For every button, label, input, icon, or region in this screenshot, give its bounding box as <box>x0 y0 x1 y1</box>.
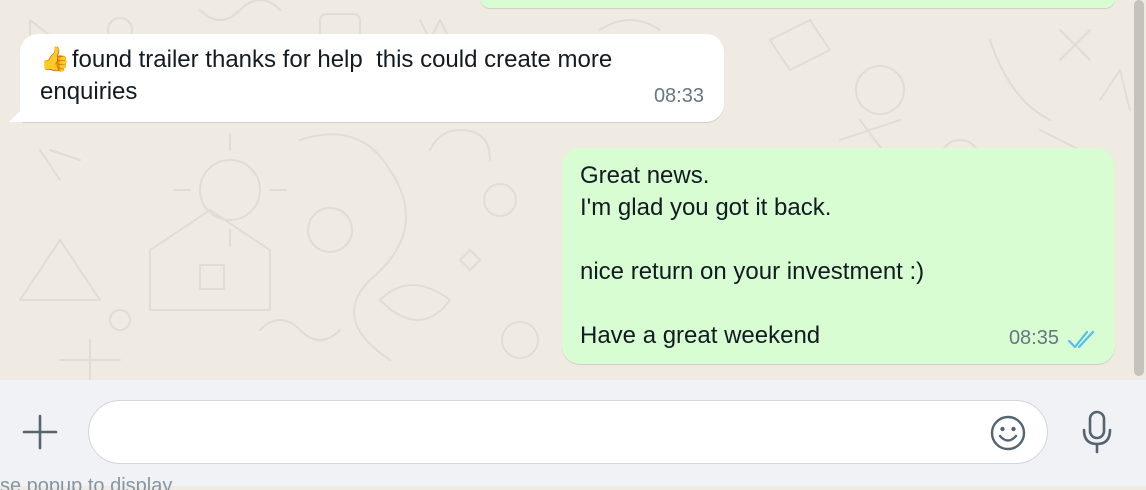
incoming-message-bubble[interactable]: 👍found trailer thanks for help this coul… <box>9 34 724 122</box>
message-text: 👍found trailer thanks for help this coul… <box>40 44 704 108</box>
chat-scrollbar[interactable] <box>1132 0 1144 378</box>
previous-message-bubble-edge <box>480 0 1115 8</box>
chat-area: 👍found trailer thanks for help this coul… <box>0 0 1146 380</box>
message-timestamp: 08:33 <box>653 85 704 107</box>
bubble-tail <box>9 108 23 122</box>
message-input-box[interactable] <box>88 400 1048 464</box>
underlay-text: se popup to display <box>0 476 173 490</box>
outgoing-message-bubble[interactable]: Great news. I'm glad you got it back. ni… <box>562 148 1115 364</box>
message-composer <box>0 380 1146 486</box>
plus-icon[interactable] <box>18 410 62 454</box>
message-timestamp: 08:35 <box>1008 327 1059 349</box>
scrollbar-thumb[interactable] <box>1134 0 1144 376</box>
microphone-icon[interactable] <box>1078 408 1116 456</box>
incoming-message-text: found trailer thanks for help this could… <box>40 46 613 105</box>
thumbs-up-emoji: 👍 <box>40 46 70 73</box>
double-check-icon <box>1067 330 1095 349</box>
message-input[interactable] <box>113 411 983 455</box>
smiley-icon[interactable] <box>989 414 1027 452</box>
